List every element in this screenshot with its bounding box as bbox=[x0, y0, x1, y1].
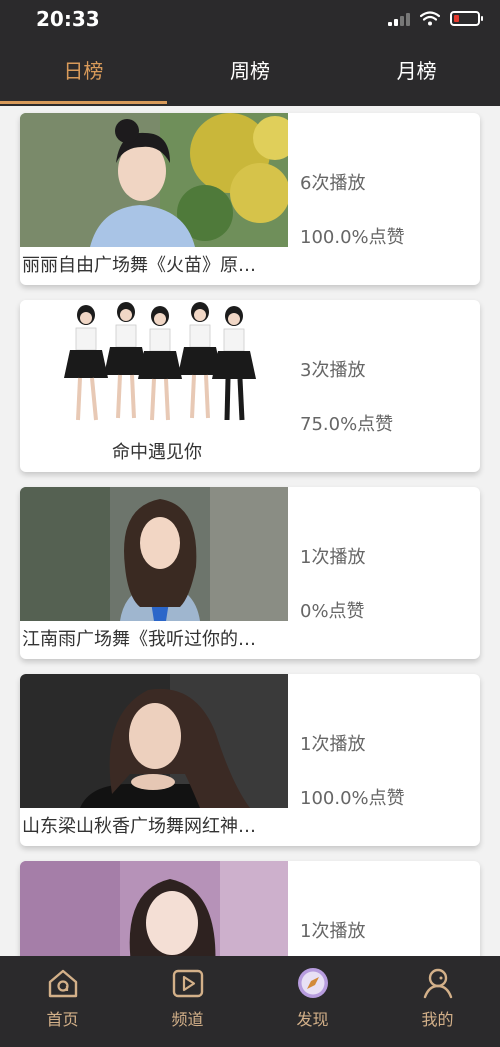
tab-daily[interactable]: 日榜 bbox=[0, 40, 167, 106]
nav-channel[interactable]: 频道 bbox=[125, 956, 250, 1047]
nav-home[interactable]: 首页 bbox=[0, 956, 125, 1047]
play-channel-icon bbox=[172, 969, 203, 998]
status-indicators bbox=[388, 11, 483, 26]
nav-mine[interactable]: 我的 bbox=[375, 956, 500, 1047]
battery-icon bbox=[450, 11, 483, 26]
wifi-icon bbox=[420, 11, 440, 26]
compass-icon bbox=[297, 968, 328, 998]
tab-active-indicator bbox=[0, 101, 167, 104]
nav-discover-label: 发现 bbox=[296, 1010, 329, 1029]
play-count: 1次播放 bbox=[300, 547, 366, 568]
play-count: 6次播放 bbox=[300, 173, 366, 194]
signal-icon bbox=[388, 12, 410, 26]
like-rate: 100.0%点赞 bbox=[300, 788, 405, 809]
tab-weekly[interactable]: 周榜 bbox=[167, 40, 334, 106]
nav-mine-label: 我的 bbox=[421, 1010, 454, 1029]
video-card[interactable]: 命中遇见你 3次播放 75.0%点赞 bbox=[20, 300, 480, 472]
video-title: 山东梁山秋香广场舞网红神… bbox=[22, 816, 256, 837]
home-icon bbox=[48, 969, 77, 998]
video-card[interactable]: 1次播放 bbox=[20, 861, 480, 956]
video-thumbnail[interactable] bbox=[20, 300, 288, 434]
play-count: 1次播放 bbox=[300, 734, 366, 755]
nav-discover[interactable]: 发现 bbox=[250, 956, 375, 1047]
user-icon bbox=[423, 968, 452, 999]
like-rate: 100.0%点赞 bbox=[300, 227, 405, 248]
video-thumbnail[interactable] bbox=[20, 487, 288, 621]
play-count: 3次播放 bbox=[300, 360, 366, 381]
video-card[interactable]: 山东梁山秋香广场舞网红神… 1次播放 100.0%点赞 bbox=[20, 674, 480, 846]
status-time: 20:33 bbox=[36, 7, 100, 31]
nav-home-label: 首页 bbox=[46, 1010, 79, 1029]
status-bar: 20:33 bbox=[0, 0, 500, 40]
tab-weekly-label: 周榜 bbox=[230, 59, 270, 83]
tab-monthly-label: 月榜 bbox=[396, 59, 437, 83]
tab-daily-label: 日榜 bbox=[63, 59, 104, 83]
video-card[interactable]: 江南雨广场舞《我听过你的… 1次播放 0%点赞 bbox=[20, 487, 480, 659]
video-title: 江南雨广场舞《我听过你的… bbox=[22, 629, 256, 650]
video-title: 命中遇见你 bbox=[112, 442, 202, 463]
video-card[interactable]: 丽丽自由广场舞《火苗》原… 6次播放 100.0%点赞 bbox=[20, 113, 480, 285]
video-thumbnail[interactable] bbox=[20, 861, 288, 956]
nav-channel-label: 频道 bbox=[171, 1010, 204, 1029]
tab-monthly[interactable]: 月榜 bbox=[333, 40, 500, 106]
like-rate: 0%点赞 bbox=[300, 601, 365, 622]
play-count: 1次播放 bbox=[300, 921, 366, 942]
bottom-nav: 首页 频道 发现 我的 bbox=[0, 956, 500, 1047]
tab-bar: 日榜 周榜 月榜 bbox=[0, 40, 500, 106]
video-thumbnail[interactable] bbox=[20, 113, 288, 247]
like-rate: 75.0%点赞 bbox=[300, 414, 394, 435]
ranking-list[interactable]: 丽丽自由广场舞《火苗》原… 6次播放 100.0%点赞 命中遇见你 3次播放 7… bbox=[0, 106, 500, 956]
video-thumbnail[interactable] bbox=[20, 674, 288, 808]
video-title: 丽丽自由广场舞《火苗》原… bbox=[22, 255, 256, 276]
